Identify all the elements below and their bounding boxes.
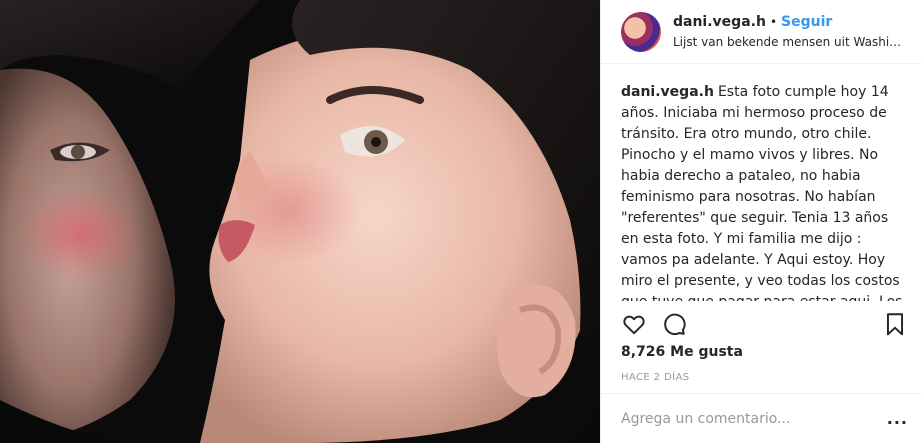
separator-dot: • <box>769 15 778 29</box>
heart-icon[interactable] <box>621 311 647 337</box>
post-photo[interactable] <box>0 0 600 443</box>
more-options-icon[interactable]: ... <box>887 409 908 428</box>
post-timestamp[interactable]: HACE 2 DÍAS <box>621 372 689 383</box>
avatar[interactable] <box>621 11 661 52</box>
comment-bar: Agrega un comentario... ... <box>601 393 922 443</box>
comment-icon[interactable] <box>661 311 687 337</box>
post-sidebar: dani.vega.h • Seguir Lijst van bekende m… <box>600 0 922 443</box>
caption-username[interactable]: dani.vega.h <box>621 84 714 100</box>
action-bar <box>621 310 908 338</box>
username-link[interactable]: dani.vega.h <box>673 14 766 30</box>
location-link[interactable]: Lijst van bekende mensen uit Washingt... <box>673 35 905 49</box>
post-header: dani.vega.h • Seguir Lijst van bekende m… <box>601 0 922 64</box>
follow-button[interactable]: Seguir <box>781 14 832 30</box>
comment-input[interactable]: Agrega un comentario... <box>621 411 887 427</box>
portrait-image <box>0 0 600 443</box>
instagram-post: dani.vega.h • Seguir Lijst van bekende m… <box>0 0 922 443</box>
caption-text: Esta foto cumple hoy 14 años. Iniciaba m… <box>621 84 902 301</box>
header-user-line: dani.vega.h • Seguir <box>673 14 905 30</box>
header-text: dani.vega.h • Seguir Lijst van bekende m… <box>673 14 905 49</box>
like-count[interactable]: 8,726 Me gusta <box>621 344 743 360</box>
bookmark-icon[interactable] <box>882 311 908 337</box>
post-caption: dani.vega.h Esta foto cumple hoy 14 años.… <box>601 64 922 301</box>
